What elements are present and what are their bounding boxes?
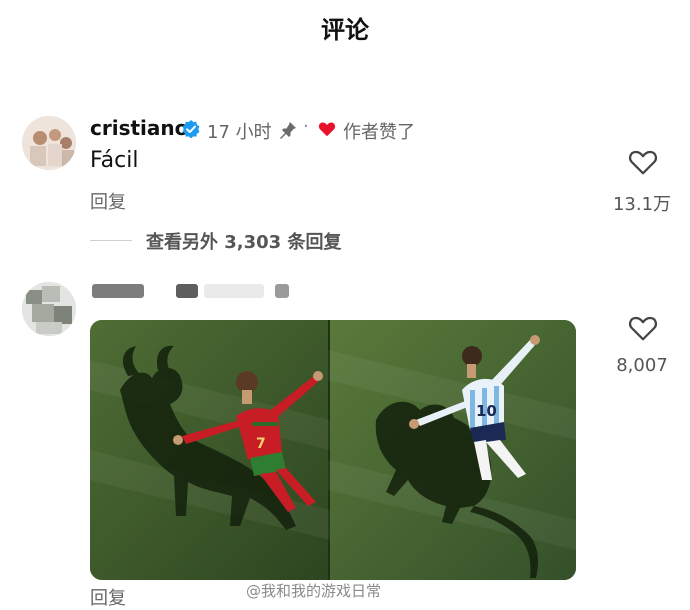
avatar[interactable] xyxy=(22,282,76,336)
like-count: 8,007 xyxy=(616,355,668,376)
comment-image-art: 7 10 xyxy=(90,320,576,580)
heart-icon xyxy=(318,122,336,137)
blurred-username xyxy=(204,284,264,298)
like-outline-icon[interactable] xyxy=(628,314,658,342)
reply-button[interactable]: 回复 xyxy=(90,584,126,610)
blurred-username xyxy=(275,284,289,298)
pin-icon xyxy=(280,122,296,139)
comment-time: 17 小时 xyxy=(207,122,272,143)
avatar[interactable] xyxy=(22,116,76,170)
reply-button[interactable]: 回复 xyxy=(90,188,126,214)
separator-dot: · xyxy=(303,116,309,137)
page-title: 评论 xyxy=(321,16,369,44)
avatar-photo xyxy=(22,116,76,170)
comment-text: Fácil xyxy=(90,148,139,173)
view-more-replies-button[interactable]: 查看另外 3,303 条回复 xyxy=(146,228,341,254)
svg-text:7: 7 xyxy=(256,436,266,452)
author-liked-label: 作者赞了 xyxy=(343,122,415,143)
avatar-photo-blurred xyxy=(22,282,76,336)
svg-text:10: 10 xyxy=(476,402,497,420)
blurred-username xyxy=(176,284,198,298)
like-outline-icon[interactable] xyxy=(628,148,658,176)
comments-sheet-header: 评论 xyxy=(0,0,690,60)
comment-username[interactable]: cristiano xyxy=(90,116,188,140)
blurred-username xyxy=(92,284,144,298)
watermark: @我和我的游戏日常 xyxy=(246,582,382,600)
verified-icon xyxy=(182,120,200,139)
divider xyxy=(90,240,132,241)
like-count: 13.1万 xyxy=(612,194,672,215)
comment-image[interactable]: 7 10 xyxy=(90,320,576,580)
